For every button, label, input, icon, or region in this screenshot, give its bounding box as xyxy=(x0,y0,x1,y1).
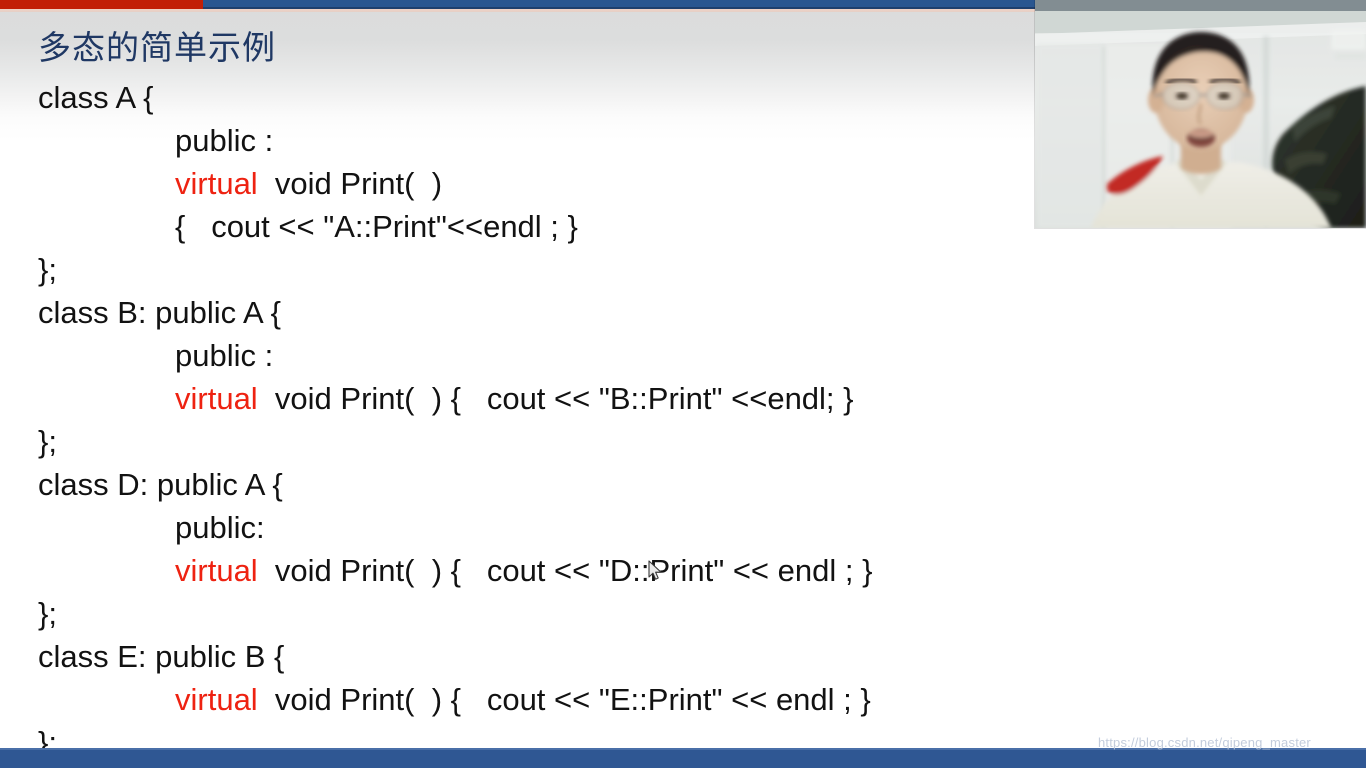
top-accent-blue-segment xyxy=(203,0,1036,9)
code-line: virtual void Print( ) { cout << "D::Prin… xyxy=(38,549,1028,592)
code-keyword-virtual: virtual xyxy=(175,682,258,717)
presenter-webcam-overlay[interactable] xyxy=(1035,0,1366,228)
code-line: { cout << "A::Print"<<endl ; } xyxy=(38,205,1028,248)
top-accent-red-segment xyxy=(0,0,203,9)
code-line: }; xyxy=(38,248,1028,291)
code-text: void Print( ) { cout << "E::Print" << en… xyxy=(257,682,871,717)
code-keyword-virtual: virtual xyxy=(175,166,258,201)
code-line: virtual void Print( ) { cout << "B::Prin… xyxy=(38,377,1028,420)
code-line: class B: public A { xyxy=(38,291,1028,334)
code-line: public: xyxy=(38,506,1028,549)
code-keyword-virtual: virtual xyxy=(175,381,258,416)
code-line: public : xyxy=(38,334,1028,377)
code-line: public : xyxy=(38,119,1028,162)
code-line: class A { xyxy=(38,76,1028,119)
code-text: void Print( ) { cout << "B::Print" <<end… xyxy=(257,381,854,416)
code-text: class D: public A { xyxy=(38,467,283,502)
code-line: }; xyxy=(38,592,1028,635)
code-text: public: xyxy=(175,510,265,545)
code-keyword-virtual: virtual xyxy=(175,553,258,588)
code-text: class A { xyxy=(38,80,154,115)
presentation-screen: 多态的简单示例 class A { public : virtual void Pr… xyxy=(0,0,1366,768)
code-text: void Print( ) xyxy=(257,166,443,201)
code-line: class D: public A { xyxy=(38,463,1028,506)
code-line: virtual void Print( ) { cout << "E::Prin… xyxy=(38,678,1028,721)
code-text: class E: public B { xyxy=(38,639,285,674)
code-text: }; xyxy=(38,596,57,631)
slide-top-accent-bar xyxy=(0,0,1036,9)
code-line: }; xyxy=(38,420,1028,463)
code-listing: class A { public : virtual void Print( ) { … xyxy=(38,76,1028,764)
slide-title: 多态的简单示例 xyxy=(38,28,276,67)
code-text: { cout << "A::Print"<<endl ; } xyxy=(175,209,578,244)
code-line: virtual void Print( ) xyxy=(38,162,1028,205)
code-line: class E: public B { xyxy=(38,635,1028,678)
slide-bottom-accent-bar xyxy=(0,748,1366,768)
top-accent-underline xyxy=(0,9,1036,12)
code-text: }; xyxy=(38,424,57,459)
code-text: }; xyxy=(38,252,57,287)
csdn-blog-watermark: https://blog.csdn.net/qipeng_master xyxy=(1098,735,1311,750)
code-text: class B: public A { xyxy=(38,295,281,330)
code-text: public : xyxy=(175,338,274,373)
code-text: void Print( ) { cout << "D::Print" << en… xyxy=(257,553,873,588)
code-text: public : xyxy=(175,123,274,158)
